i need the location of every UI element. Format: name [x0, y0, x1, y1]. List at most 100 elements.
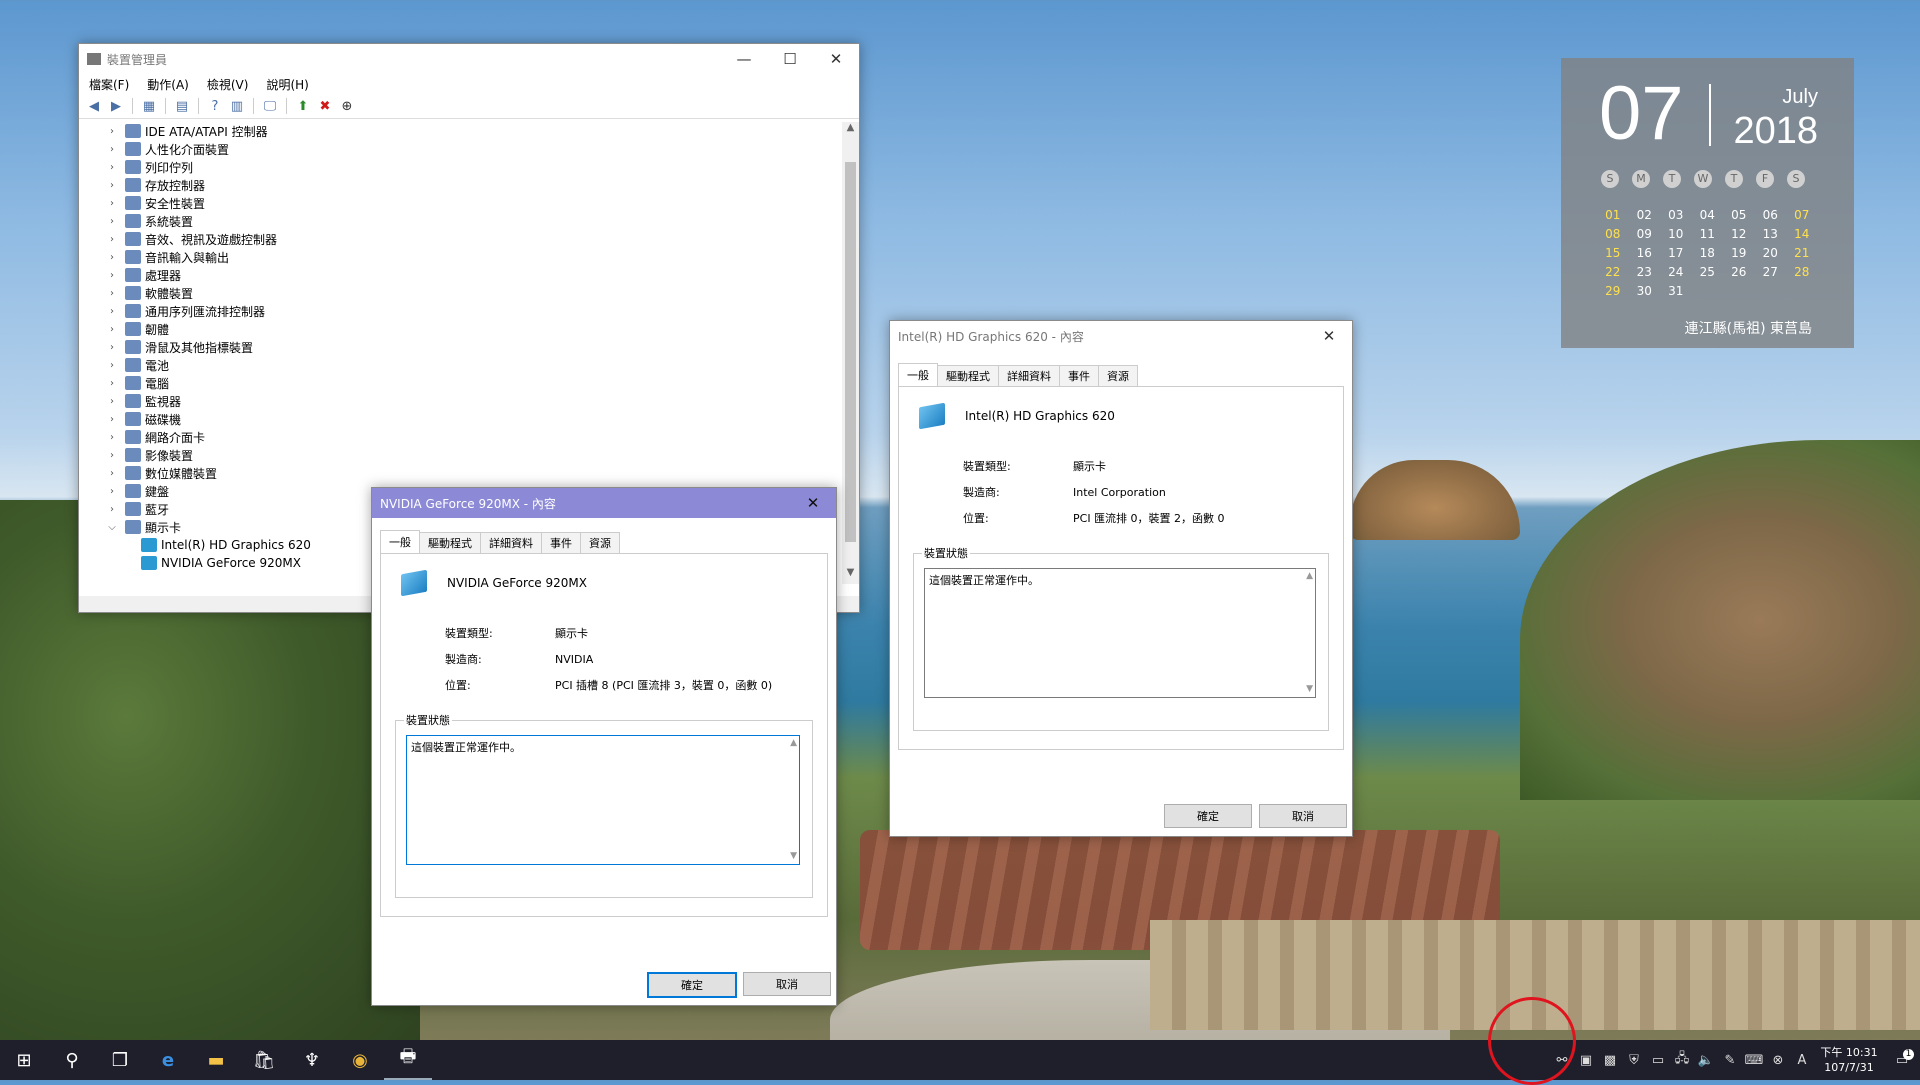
scroll-up-icon[interactable]: ▲ [1306, 572, 1313, 581]
update-driver-icon[interactable]: ⬆ [294, 97, 312, 115]
tab-resources[interactable]: 資源 [1098, 365, 1138, 386]
tree-category[interactable]: › 音訊輸入與輸出 [79, 248, 841, 266]
clock[interactable]: 下午 10:31 107/7/31 [1814, 1045, 1884, 1075]
tab-resources[interactable]: 資源 [580, 532, 620, 553]
collapsed-chevron-icon[interactable]: › [105, 144, 119, 155]
collapsed-chevron-icon[interactable]: › [105, 486, 119, 497]
tree-category[interactable]: › 存放控制器 [79, 176, 841, 194]
tree-category[interactable]: › 影像裝置 [79, 446, 841, 464]
tree-category[interactable]: › IDE ATA/ATAPI 控制器 [79, 122, 841, 140]
collapsed-chevron-icon[interactable]: › [105, 306, 119, 317]
tab-general[interactable]: 一般 [380, 530, 420, 553]
cancel-button[interactable]: 取消 [743, 972, 831, 996]
tab-events[interactable]: 事件 [1059, 365, 1099, 386]
tree-category[interactable]: › 網路介面卡 [79, 428, 841, 446]
minimize-button[interactable]: — [721, 44, 767, 74]
chrome-icon[interactable]: ◉ [336, 1040, 384, 1080]
close-button[interactable]: ✕ [1306, 321, 1352, 351]
monitor-icon[interactable]: 🖵 [261, 97, 279, 115]
scroll-down-icon[interactable]: ▼ [790, 852, 797, 861]
input-method-icon[interactable]: ⊗ [1766, 1053, 1790, 1068]
tree-category[interactable]: › 處理器 [79, 266, 841, 284]
device-status-textbox[interactable]: 這個裝置正常運作中。 ▲ ▼ [406, 735, 800, 865]
scroll-up-icon[interactable]: ▲ [790, 739, 797, 748]
properties-icon[interactable]: ▤ [173, 97, 191, 115]
close-button[interactable]: ✕ [790, 488, 836, 518]
tab-details[interactable]: 詳細資料 [480, 532, 542, 553]
view-icon[interactable]: ▥ [228, 97, 246, 115]
collapsed-chevron-icon[interactable]: › [105, 198, 119, 209]
tree-category[interactable]: › 磁碟機 [79, 410, 841, 428]
scan-hardware-icon[interactable]: ⊕ [338, 97, 356, 115]
ok-button[interactable]: 確定 [647, 972, 737, 998]
tree-category[interactable]: › 韌體 [79, 320, 841, 338]
nvidia-dialog-titlebar[interactable]: NVIDIA GeForce 920MX - 內容 ✕ [372, 488, 836, 518]
tree-category[interactable]: › 監視器 [79, 392, 841, 410]
vertical-scrollbar[interactable]: ▲ ▼ [842, 122, 859, 584]
help-icon[interactable]: ? [206, 97, 224, 115]
scroll-down-icon[interactable]: ▼ [842, 567, 859, 584]
collapsed-chevron-icon[interactable]: › [105, 396, 119, 407]
collapsed-chevron-icon[interactable]: › [105, 162, 119, 173]
tree-category[interactable]: › 軟體裝置 [79, 284, 841, 302]
collapsed-chevron-icon[interactable]: › [105, 126, 119, 137]
collapsed-chevron-icon[interactable]: › [105, 342, 119, 353]
menu-file[interactable]: 檔案(F) [89, 76, 129, 93]
search-icon[interactable]: ⚲ [48, 1040, 96, 1080]
collapsed-chevron-icon[interactable]: › [105, 234, 119, 245]
nvidia-tray-icon[interactable]: ▩ [1598, 1053, 1622, 1068]
network-icon[interactable]: 🖧 [1670, 1049, 1694, 1071]
tray-app-icon[interactable]: ▣ [1574, 1053, 1598, 1068]
pen-icon[interactable]: ✎ [1718, 1053, 1742, 1068]
menu-view[interactable]: 檢視(V) [207, 76, 249, 93]
maximize-button[interactable]: ☐ [767, 44, 813, 74]
start-icon[interactable]: ⊞ [0, 1040, 48, 1080]
expanded-chevron-icon[interactable]: ⌵ [105, 522, 119, 533]
alienware-icon[interactable]: ♆ [288, 1040, 336, 1080]
tree-category[interactable]: › 音效、視訊及遊戲控制器 [79, 230, 841, 248]
back-icon[interactable]: ◀ [85, 97, 103, 115]
show-hide-tree-icon[interactable]: ▦ [140, 97, 158, 115]
tab-driver[interactable]: 驅動程式 [937, 365, 999, 386]
tree-category[interactable]: › 電池 [79, 356, 841, 374]
menu-help[interactable]: 說明(H) [266, 76, 308, 93]
tree-category[interactable]: › 數位媒體裝置 [79, 464, 841, 482]
collapsed-chevron-icon[interactable]: › [105, 288, 119, 299]
collapsed-chevron-icon[interactable]: › [105, 504, 119, 515]
collapsed-chevron-icon[interactable]: › [105, 180, 119, 191]
tree-category[interactable]: › 系統裝置 [79, 212, 841, 230]
collapsed-chevron-icon[interactable]: › [105, 216, 119, 227]
uninstall-icon[interactable]: ✖ [316, 97, 334, 115]
volume-icon[interactable]: 🔈 [1694, 1053, 1718, 1068]
close-button[interactable]: ✕ [813, 44, 859, 74]
keyboard-icon[interactable]: ⌨ [1742, 1053, 1766, 1068]
scroll-down-icon[interactable]: ▼ [1306, 685, 1313, 694]
menu-action[interactable]: 動作(A) [147, 76, 189, 93]
tree-category[interactable]: › 滑鼠及其他指標裝置 [79, 338, 841, 356]
tree-category[interactable]: › 安全性裝置 [79, 194, 841, 212]
collapsed-chevron-icon[interactable]: › [105, 468, 119, 479]
collapsed-chevron-icon[interactable]: › [105, 270, 119, 281]
collapsed-chevron-icon[interactable]: › [105, 324, 119, 335]
tab-events[interactable]: 事件 [541, 532, 581, 553]
tab-details[interactable]: 詳細資料 [998, 365, 1060, 386]
tab-general[interactable]: 一般 [898, 363, 938, 386]
edge-icon[interactable]: e [144, 1040, 192, 1080]
device-manager-titlebar[interactable]: 裝置管理員 — ☐ ✕ [79, 44, 859, 74]
tab-driver[interactable]: 驅動程式 [419, 532, 481, 553]
collapsed-chevron-icon[interactable]: › [105, 378, 119, 389]
intel-dialog-titlebar[interactable]: Intel(R) HD Graphics 620 - 內容 ✕ [890, 321, 1352, 351]
battery-icon[interactable]: ▭ [1646, 1053, 1670, 1068]
collapsed-chevron-icon[interactable]: › [105, 432, 119, 443]
device-status-textbox[interactable]: 這個裝置正常運作中。 ▲ ▼ [924, 568, 1316, 698]
ok-button[interactable]: 確定 [1164, 804, 1252, 828]
collapsed-chevron-icon[interactable]: › [105, 252, 119, 263]
file-explorer-icon[interactable]: ▬ [192, 1040, 240, 1080]
collapsed-chevron-icon[interactable]: › [105, 360, 119, 371]
collapsed-chevron-icon[interactable]: › [105, 450, 119, 461]
collapsed-chevron-icon[interactable]: › [105, 414, 119, 425]
device-manager-taskbar-icon[interactable]: 🖶 [384, 1040, 432, 1080]
security-icon[interactable]: ⛨ [1622, 1053, 1646, 1068]
cancel-button[interactable]: 取消 [1259, 804, 1347, 828]
tree-category[interactable]: › 電腦 [79, 374, 841, 392]
